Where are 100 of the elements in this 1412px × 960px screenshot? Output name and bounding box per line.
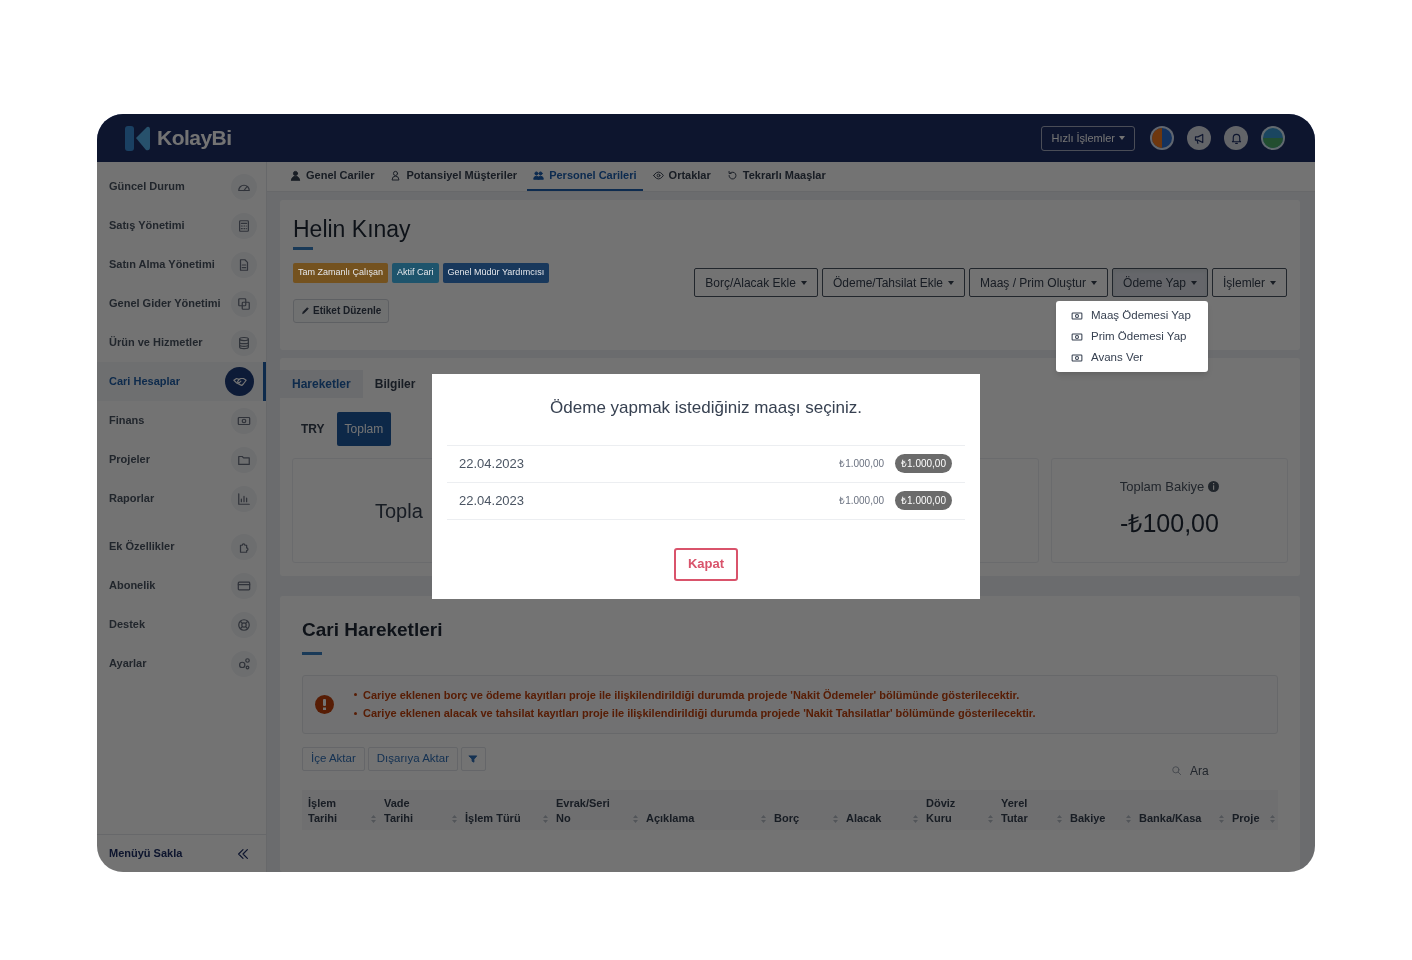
section-title: Cari Hareketleri bbox=[302, 618, 444, 642]
bell-icon[interactable] bbox=[1224, 126, 1248, 150]
cash-icon bbox=[1071, 351, 1083, 364]
bullet-icon bbox=[354, 693, 357, 697]
salary-amount: ₺1.000,00 bbox=[839, 457, 885, 471]
column-header[interactable]: Açıklama bbox=[646, 810, 695, 826]
sort-icon[interactable] bbox=[1270, 814, 1275, 823]
menu-item[interactable]: Avans Ver bbox=[1056, 347, 1208, 368]
sidebar-item[interactable]: Genel Gider Yönetimi bbox=[97, 284, 266, 323]
bullet-icon bbox=[354, 711, 357, 715]
avatar-icon[interactable] bbox=[1150, 126, 1174, 150]
salary-date: 22.04.2023 bbox=[459, 491, 526, 510]
column-header[interactable]: Borç bbox=[774, 810, 800, 826]
sidebar-item[interactable]: Cari Hesaplar bbox=[97, 362, 266, 401]
filter-button[interactable] bbox=[460, 746, 486, 771]
sort-icon[interactable] bbox=[1219, 814, 1224, 823]
caret-icon bbox=[948, 280, 954, 285]
quick-actions-button[interactable]: Hızlı İşlemler bbox=[1041, 125, 1135, 151]
users-icon bbox=[533, 170, 545, 181]
column-header[interactable]: İşlem Tarihi bbox=[308, 795, 356, 826]
sidebar-item[interactable]: Ürün ve Hizmetler bbox=[97, 323, 266, 362]
sort-icon[interactable] bbox=[452, 814, 457, 823]
sort-icon[interactable] bbox=[543, 814, 548, 823]
sort-icon[interactable] bbox=[633, 814, 638, 823]
menu-item[interactable]: Maaş Ödemesi Yap bbox=[1056, 305, 1208, 326]
repeat-icon bbox=[726, 170, 738, 181]
column-header[interactable]: Bakiye bbox=[1070, 810, 1106, 826]
menu-item[interactable]: Prim Ödemesi Yap bbox=[1056, 326, 1208, 347]
tab[interactable]: Potansiyel Müşteriler bbox=[384, 162, 524, 191]
sort-icon[interactable] bbox=[988, 814, 993, 823]
modal-title: Ödeme yapmak istediğiniz maaşı seçiniz. bbox=[550, 397, 862, 419]
info-icon bbox=[1208, 481, 1220, 493]
column-header[interactable]: Vade Tarihi bbox=[384, 795, 432, 826]
caret-icon bbox=[800, 280, 807, 285]
logo-text: KolayBi bbox=[157, 125, 232, 152]
close-button[interactable]: Kapat bbox=[673, 547, 739, 581]
sidebar-item[interactable]: Satın Alma Yönetimi bbox=[97, 245, 266, 284]
sidebar-item[interactable]: Destek bbox=[97, 605, 266, 644]
column-header[interactable]: Proje bbox=[1232, 810, 1260, 826]
column-header[interactable]: İşlem Türü bbox=[465, 810, 521, 826]
column-header[interactable]: Banka/Kasa bbox=[1139, 810, 1202, 826]
sidebar-item[interactable]: Ek Özellikler bbox=[97, 527, 266, 566]
megaphone-icon[interactable] bbox=[1187, 126, 1211, 150]
sort-icon[interactable] bbox=[913, 814, 918, 823]
tab[interactable]: Personel Carileri bbox=[527, 162, 643, 191]
salary-date: 22.04.2023 bbox=[459, 454, 526, 473]
tag: Genel Müdür Yardımcısı bbox=[442, 263, 550, 283]
sidebar-item[interactable]: Ayarlar bbox=[97, 644, 266, 683]
sort-icon[interactable] bbox=[1057, 814, 1062, 823]
filter-icon bbox=[468, 753, 479, 764]
sort-icon[interactable] bbox=[761, 814, 766, 823]
sidebar-item[interactable]: Güncel Durum bbox=[97, 167, 266, 206]
toolbar-button[interactable]: İçe Aktar bbox=[302, 746, 365, 771]
sort-icon[interactable] bbox=[371, 814, 376, 823]
column-header[interactable]: Alacak bbox=[846, 810, 882, 826]
sidebar-item[interactable]: Raporlar bbox=[97, 479, 266, 518]
notice-text: Cariye eklenen borç ve ödeme kayıtları proje ile ilişkilendirildiği durumda projede 'Nakit Ödemeler' bölümünde gösterilecektir. bbox=[363, 687, 1020, 703]
caret-icon bbox=[1119, 136, 1125, 140]
dropdown-button[interactable]: Maaş / Prim Oluştur bbox=[969, 268, 1109, 297]
toolbar-button[interactable]: Dışarıya Aktar bbox=[367, 746, 458, 771]
warning-icon bbox=[315, 694, 334, 714]
dropdown-button[interactable]: İşlemler bbox=[1212, 268, 1287, 297]
collapse-menu-button[interactable]: Menüyü Sakla bbox=[97, 834, 266, 872]
tab[interactable]: Ortaklar bbox=[646, 162, 717, 191]
globe-icon[interactable] bbox=[1261, 126, 1285, 150]
amount-badge: ₺1.000,00 bbox=[895, 454, 952, 473]
currency-tab[interactable]: Toplam bbox=[336, 412, 392, 446]
caret-icon bbox=[1270, 280, 1276, 285]
sidebar-item[interactable]: Finans bbox=[97, 401, 266, 440]
tag: Tam Zamanlı Çalışan bbox=[293, 263, 389, 283]
tab[interactable]: Tekrarlı Maaşlar bbox=[720, 162, 832, 191]
search-icon bbox=[1171, 765, 1182, 776]
sidebar-item[interactable]: Projeler bbox=[97, 440, 266, 479]
salary-row[interactable]: 22.04.2023 ₺1.000,00 ₺1.000,00 bbox=[447, 482, 965, 520]
currency-tab[interactable]: TRY bbox=[293, 412, 333, 446]
cash-icon bbox=[1071, 330, 1083, 343]
tab[interactable]: Genel Cariler bbox=[284, 162, 381, 191]
tab[interactable]: Hareketler bbox=[280, 370, 363, 398]
double-chevron-left-icon bbox=[236, 846, 250, 861]
database-glyph-icon bbox=[237, 335, 251, 350]
column-header[interactable]: Evrak/Seri No bbox=[556, 795, 618, 826]
sort-icon[interactable] bbox=[1126, 814, 1131, 823]
dropdown-button[interactable]: Ödeme/Tahsilat Ekle bbox=[821, 268, 965, 297]
eye-icon bbox=[652, 170, 664, 181]
salary-amount: ₺1.000,00 bbox=[839, 494, 885, 508]
dropdown-button[interactable]: Ödeme Yap bbox=[1112, 268, 1208, 297]
credit-card-glyph-icon bbox=[237, 578, 251, 593]
dropdown-button[interactable]: Borç/Alacak Ekle bbox=[694, 268, 818, 297]
sidebar-item[interactable]: Abonelik bbox=[97, 566, 266, 605]
sort-icon[interactable] bbox=[833, 814, 838, 823]
lifebuoy-glyph-icon bbox=[237, 617, 251, 632]
cash-icon bbox=[1071, 309, 1083, 322]
column-header[interactable]: Döviz Kuru bbox=[926, 795, 966, 826]
tab[interactable]: Bilgiler bbox=[362, 370, 428, 398]
search-field[interactable]: Ara bbox=[1168, 761, 1278, 780]
edit-tags-button[interactable]: Etiket Düzenle bbox=[293, 298, 390, 323]
logo-icon bbox=[125, 125, 150, 151]
salary-row[interactable]: 22.04.2023 ₺1.000,00 ₺1.000,00 bbox=[447, 445, 965, 483]
column-header[interactable]: Yerel Tutar bbox=[1001, 795, 1041, 826]
sidebar-item[interactable]: Satış Yönetimi bbox=[97, 206, 266, 245]
